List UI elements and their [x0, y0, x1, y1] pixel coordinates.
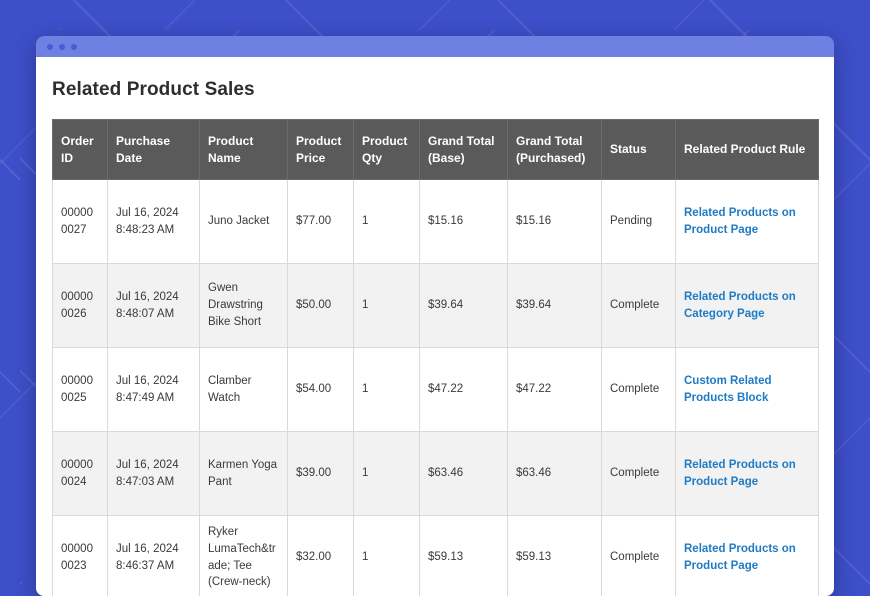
cell-grand-total-base: $63.46 [420, 432, 508, 516]
cell-purchase-date: Jul 16, 2024 8:48:07 AM [108, 264, 200, 348]
cell-grand-total-purchased: $39.64 [508, 264, 602, 348]
cell-order-id: 000000024 [53, 432, 108, 516]
cell-order-id: 000000026 [53, 264, 108, 348]
cell-product-price: $77.00 [288, 180, 354, 264]
cell-grand-total-base: $39.64 [420, 264, 508, 348]
table-header-row: Order ID Purchase Date Product Name Prod… [53, 120, 819, 180]
related-rule-link[interactable]: Related Products on Product Page [684, 459, 796, 488]
related-product-sales-table: Order ID Purchase Date Product Name Prod… [52, 119, 819, 596]
window-control-dot[interactable] [47, 44, 53, 50]
cell-related-product-rule: Custom Related Products Block [676, 348, 819, 432]
cell-related-product-rule: Related Products on Product Page [676, 432, 819, 516]
cell-product-name: Clamber Watch [200, 348, 288, 432]
cell-status: Complete [602, 432, 676, 516]
cell-status: Pending [602, 180, 676, 264]
cell-grand-total-purchased: $47.22 [508, 348, 602, 432]
cell-product-name: Juno Jacket [200, 180, 288, 264]
column-header-grand-total-purchased: Grand Total (Purchased) [508, 120, 602, 180]
column-header-related-product-rule: Related Product Rule [676, 120, 819, 180]
related-rule-link[interactable]: Custom Related Products Block [684, 375, 772, 404]
cell-related-product-rule: Related Products on Category Page [676, 264, 819, 348]
column-header-purchase-date: Purchase Date [108, 120, 200, 180]
cell-product-name: Karmen Yoga Pant [200, 432, 288, 516]
cell-grand-total-purchased: $15.16 [508, 180, 602, 264]
window-titlebar [36, 36, 834, 57]
column-header-order-id: Order ID [53, 120, 108, 180]
related-rule-link[interactable]: Related Products on Category Page [684, 291, 796, 320]
window-control-dot[interactable] [59, 44, 65, 50]
cell-purchase-date: Jul 16, 2024 8:48:23 AM [108, 180, 200, 264]
related-rule-link[interactable]: Related Products on Product Page [684, 543, 796, 572]
column-header-product-price: Product Price [288, 120, 354, 180]
cell-status: Complete [602, 348, 676, 432]
column-header-product-qty: Product Qty [354, 120, 420, 180]
cell-product-qty: 1 [354, 348, 420, 432]
table-row: 000000026 Jul 16, 2024 8:48:07 AM Gwen D… [53, 264, 819, 348]
window-body: Related Product Sales Order ID Purchase … [36, 57, 834, 596]
cell-product-price: $50.00 [288, 264, 354, 348]
cell-product-price: $54.00 [288, 348, 354, 432]
column-header-grand-total-base: Grand Total (Base) [420, 120, 508, 180]
cell-order-id: 000000027 [53, 180, 108, 264]
cell-product-qty: 1 [354, 264, 420, 348]
table-row: 000000027 Jul 16, 2024 8:48:23 AM Juno J… [53, 180, 819, 264]
column-header-status: Status [602, 120, 676, 180]
cell-product-name: Gwen Drawstring Bike Short [200, 264, 288, 348]
window-control-dot[interactable] [71, 44, 77, 50]
cell-grand-total-base: $15.16 [420, 180, 508, 264]
cell-product-qty: 1 [354, 180, 420, 264]
cell-order-id: 000000025 [53, 348, 108, 432]
cell-purchase-date: Jul 16, 2024 8:47:49 AM [108, 348, 200, 432]
table-row: 000000024 Jul 16, 2024 8:47:03 AM Karmen… [53, 432, 819, 516]
cell-product-price: $39.00 [288, 432, 354, 516]
related-rule-link[interactable]: Related Products on Product Page [684, 207, 796, 236]
cell-purchase-date: Jul 16, 2024 8:47:03 AM [108, 432, 200, 516]
cell-related-product-rule: Related Products on Product Page [676, 180, 819, 264]
cell-grand-total-purchased: $63.46 [508, 432, 602, 516]
page-title: Related Product Sales [52, 79, 818, 101]
app-window: Related Product Sales Order ID Purchase … [36, 36, 834, 596]
table-row: 000000025 Jul 16, 2024 8:47:49 AM Clambe… [53, 348, 819, 432]
cell-status: Complete [602, 264, 676, 348]
cell-product-qty: 1 [354, 432, 420, 516]
cell-grand-total-base: $47.22 [420, 348, 508, 432]
column-header-product-name: Product Name [200, 120, 288, 180]
